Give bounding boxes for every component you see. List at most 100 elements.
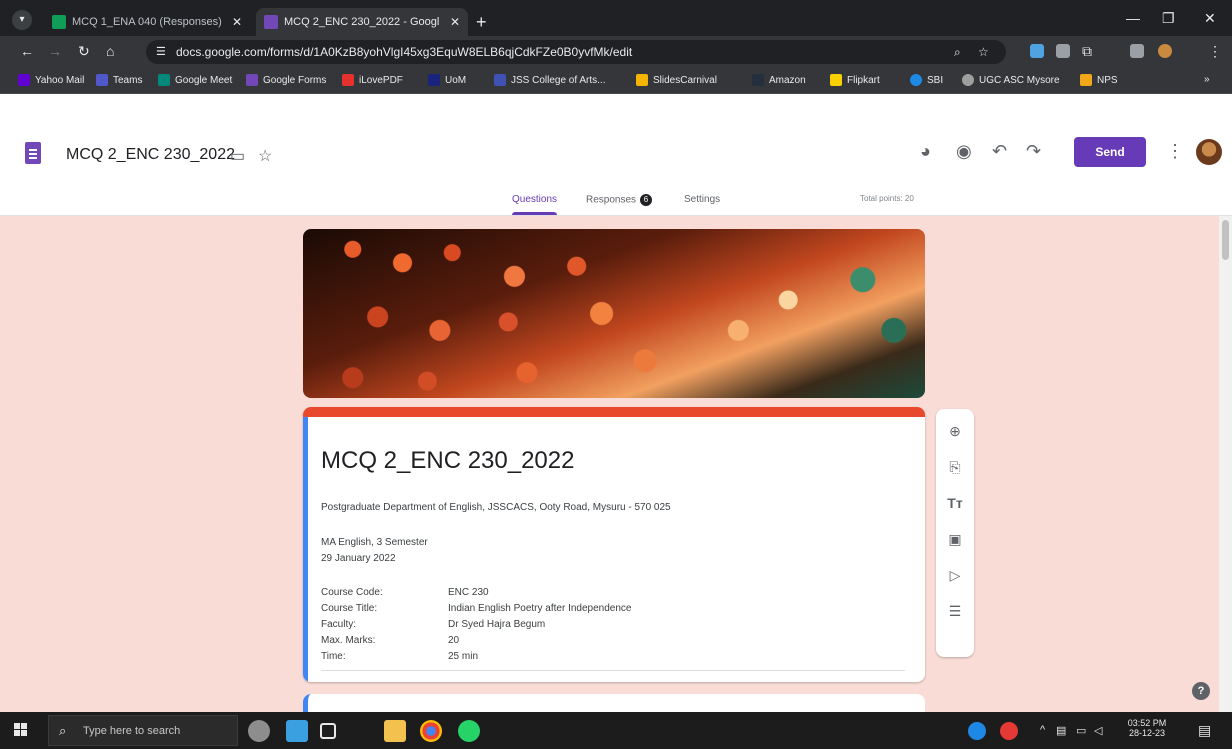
reload-icon[interactable]: ↻ [78,43,90,60]
bookmark-item[interactable]: SBI [910,74,943,86]
program-text: MA English, 3 Semester [321,537,428,548]
next-question-card[interactable] [303,694,925,714]
bookmark-item[interactable]: NPS [1080,74,1118,86]
bookmark-item[interactable]: Google Forms [246,74,326,86]
new-tab-plus-icon[interactable]: + [476,12,487,33]
redo-icon[interactable]: ↷ [1026,141,1041,162]
bookmark-label: SlidesCarnival [653,74,717,86]
zoom-icon[interactable]: ⌕ [954,45,961,60]
bookmark-item[interactable]: JSS College of Arts... [494,74,606,86]
form-document-title[interactable]: MCQ 2_ENC 230_2022 [66,146,235,164]
undo-icon[interactable]: ↶ [992,141,1007,162]
url-text[interactable]: docs.google.com/forms/d/1A0KzB8yohVlgI45… [176,45,632,59]
window-close-icon[interactable]: ✕ [1204,10,1216,27]
field-label: Course Code: [321,587,383,598]
more-bookmarks-chevron-icon[interactable]: » [1204,74,1210,85]
browser-tab-mcq1[interactable]: MCQ 1_ENA 040 (Responses) - ✕ [44,8,250,36]
battery-icon[interactable]: ▭ [1076,724,1086,737]
bookmark-item[interactable]: UoM [428,74,466,86]
taskbar-clock[interactable]: 03:52 PM 28-12-23 [1124,718,1170,738]
site-info-icon[interactable]: ☰ [156,45,166,58]
browser-tab-mcq2[interactable]: MCQ 2_ENC 230_2022 - Googl ✕ [256,8,468,36]
browser-menu-icon[interactable]: ⋮ [1208,43,1222,60]
bookmark-item[interactable]: iLovePDF [342,74,403,86]
browser-tab-strip: ▾ MCQ 1_ENA 040 (Responses) - ✕ MCQ 2_EN… [0,0,1232,36]
uom-icon [428,74,440,86]
app-icon[interactable] [286,720,308,742]
side-panel-icon[interactable] [1130,44,1144,58]
forms-app-bar: MCQ 2_ENC 230_2022 ▭ ☆ ◕ ◉ ↶ ↷ Send ⋮ Qu… [0,94,1232,216]
volume-icon[interactable]: ◁ [1094,724,1102,737]
extension-icon[interactable] [1056,44,1070,58]
tray-app-icon[interactable] [1000,722,1018,740]
file-explorer-icon[interactable] [384,720,406,742]
home-icon[interactable]: ⌂ [106,43,114,59]
tab-title: MCQ 2_ENC 230_2022 - Googl [284,16,440,28]
form-title-card[interactable]: MCQ 2_ENC 230_2022 Postgraduate Departme… [303,407,925,682]
extensions-puzzle-icon[interactable]: ⧉ [1082,43,1092,60]
bookmark-item[interactable]: Flipkart [830,74,880,86]
tab-responses[interactable]: Responses 6 [586,194,653,206]
browser-toolbar: ← → ↻ ⌂ ☰ docs.google.com/forms/d/1A0KzB… [0,36,1232,68]
restore-icon[interactable]: ❐ [1162,10,1175,27]
import-questions-icon[interactable]: ⎘ [936,459,974,476]
show-hidden-icons-chevron-icon[interactable]: ^ [1040,724,1045,736]
bookmark-label: iLovePDF [359,74,403,86]
clock-time: 03:52 PM [1127,718,1167,728]
close-tab-icon[interactable]: ✕ [450,15,460,29]
google-forms-logo-icon[interactable] [25,142,41,164]
bookmark-item[interactable]: Yahoo Mail [18,74,84,86]
page-scrollbar[interactable] [1219,216,1232,712]
bookmark-item[interactable]: Amazon [752,74,806,86]
cortana-person-icon[interactable] [248,720,270,742]
bookmark-label: Amazon [769,74,806,86]
tab-questions[interactable]: Questions [512,194,558,215]
bookmark-item[interactable]: Teams [96,74,142,86]
whatsapp-icon[interactable] [458,720,480,742]
teams-icon [96,74,108,86]
address-bar[interactable]: ☰ docs.google.com/forms/d/1A0KzB8yohVlgI… [146,40,1006,64]
tray-app-icon[interactable] [968,722,986,740]
tab-search-icon[interactable]: ▾ [12,10,32,30]
preview-eye-icon[interactable]: ◉ [956,141,972,162]
add-video-icon[interactable]: ▷ [936,567,974,584]
close-tab-icon[interactable]: ✕ [232,15,242,29]
add-section-icon[interactable]: ☰ [936,603,974,620]
forward-icon[interactable]: → [48,43,62,59]
network-icon[interactable]: ▤ [1056,724,1066,737]
tab-settings[interactable]: Settings [684,194,720,205]
minimize-icon[interactable]: — [1126,10,1140,26]
bookmark-label: Flipkart [847,74,880,86]
bookmark-item[interactable]: SlidesCarnival [636,74,717,86]
notifications-icon[interactable]: ▤ [1198,722,1211,739]
field-label: Course Title: [321,603,378,614]
bookmark-item[interactable]: Google Meet [158,74,232,86]
account-avatar[interactable] [1196,139,1222,165]
nps-icon [1080,74,1092,86]
bookmark-item[interactable]: UGC ASC Mysore [962,74,1060,86]
add-title-description-icon[interactable]: Tт [936,495,974,511]
help-question-icon[interactable]: ? [1192,682,1210,700]
back-icon[interactable]: ← [20,43,34,59]
taskbar-search-box[interactable]: ⌕ Type here to search [48,715,238,746]
profile-avatar-icon[interactable] [1158,44,1172,58]
move-to-folder-icon[interactable]: ▭ [230,146,245,166]
yahoo-icon [18,74,30,86]
extension-icon[interactable] [1030,44,1044,58]
send-button[interactable]: Send [1074,137,1146,167]
form-heading[interactable]: MCQ 2_ENC 230_2022 [321,447,574,475]
add-image-icon[interactable]: ▣ [936,531,974,548]
bookmark-label: Yahoo Mail [35,74,85,86]
field-value: ENC 230 [448,587,489,598]
bookmark-label: Google Forms [263,74,327,86]
chrome-icon[interactable] [420,720,442,742]
windows-start-icon[interactable] [14,723,28,737]
more-options-icon[interactable]: ⋮ [1166,141,1184,162]
field-label: Faculty: [321,619,357,630]
customize-theme-palette-icon[interactable]: ◕ [920,141,931,162]
task-view-icon[interactable] [320,723,336,739]
star-icon[interactable]: ☆ [258,146,272,166]
add-question-icon[interactable]: ⊕ [936,423,974,440]
bookmark-star-icon[interactable]: ☆ [978,45,989,59]
scrollbar-thumb[interactable] [1222,220,1229,260]
